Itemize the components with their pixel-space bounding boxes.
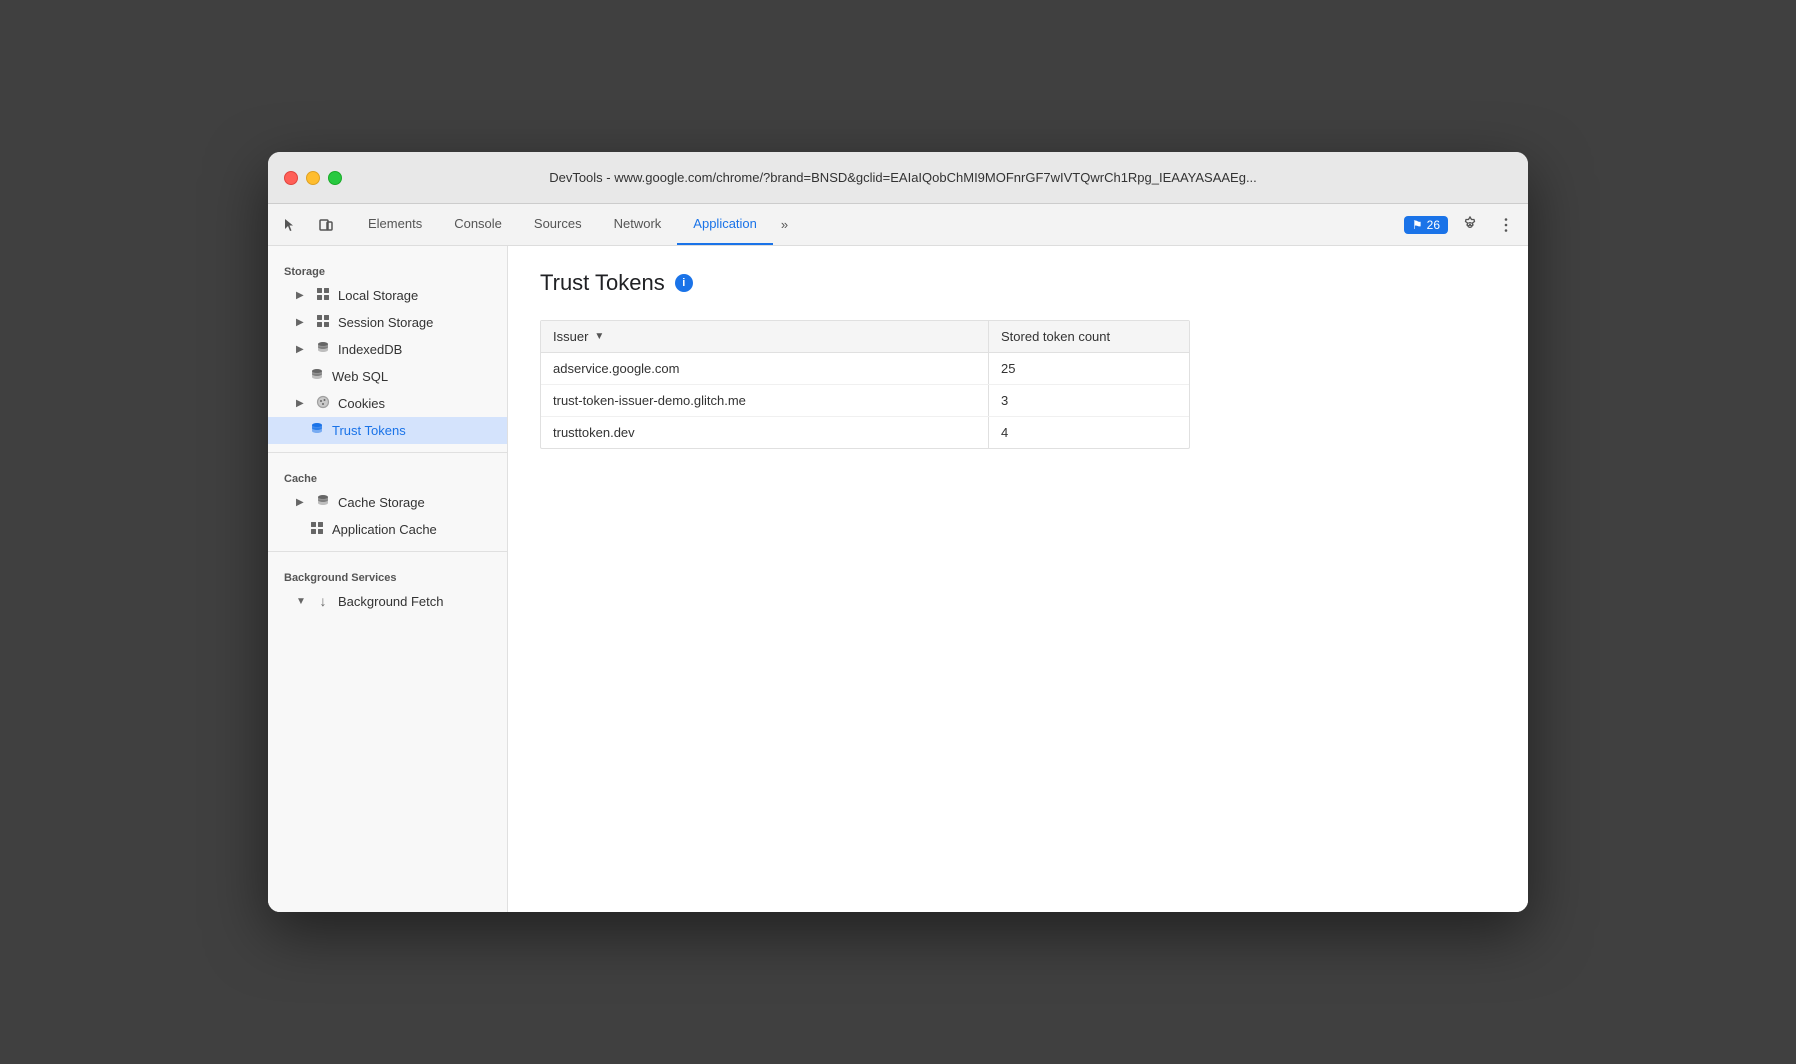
table-row[interactable]: adservice.google.com 25 bbox=[541, 353, 1189, 385]
table-row[interactable]: trusttoken.dev 4 bbox=[541, 417, 1189, 448]
info-icon-button[interactable]: i bbox=[675, 274, 693, 292]
background-fetch-label: Background Fetch bbox=[338, 594, 444, 609]
tab-sources[interactable]: Sources bbox=[518, 204, 598, 245]
issues-icon: ⚑ bbox=[1412, 218, 1423, 232]
cell-issuer: trust-token-issuer-demo.glitch.me bbox=[541, 385, 989, 416]
table-row[interactable]: trust-token-issuer-demo.glitch.me 3 bbox=[541, 385, 1189, 417]
chevron-right-icon: ▶ bbox=[296, 317, 308, 328]
main-panel: Trust Tokens i Issuer ▼ Stored token cou… bbox=[508, 246, 1528, 912]
main-content: Storage ▶ Local Storage bbox=[268, 246, 1528, 912]
cell-count: 3 bbox=[989, 385, 1189, 416]
column-header-count[interactable]: Stored token count bbox=[989, 321, 1189, 352]
chevron-right-icon: ▶ bbox=[296, 398, 308, 409]
cursor-tool-button[interactable] bbox=[276, 211, 304, 239]
grid-icon bbox=[314, 314, 332, 331]
sidebar-item-session-storage[interactable]: ▶ Session Storage bbox=[268, 309, 507, 336]
database-icon bbox=[314, 494, 332, 511]
window-title: DevTools - www.google.com/chrome/?brand=… bbox=[294, 170, 1512, 185]
tab-list: Elements Console Sources Network Applica… bbox=[352, 204, 1404, 245]
toolbar-right: ⚑ 26 bbox=[1404, 211, 1520, 239]
panel-title-text: Trust Tokens bbox=[540, 270, 665, 296]
sidebar-item-application-cache[interactable]: Application Cache bbox=[268, 516, 507, 543]
toolbar-left bbox=[276, 211, 340, 239]
issues-count: 26 bbox=[1427, 218, 1440, 232]
trust-tokens-table: Issuer ▼ Stored token count adservice.go… bbox=[540, 320, 1190, 449]
tab-elements[interactable]: Elements bbox=[352, 204, 438, 245]
more-options-button[interactable] bbox=[1492, 211, 1520, 239]
sidebar-item-web-sql[interactable]: Web SQL bbox=[268, 363, 507, 390]
chevron-down-icon: ▼ bbox=[296, 596, 308, 607]
tab-network[interactable]: Network bbox=[598, 204, 678, 245]
chevron-right-icon: ▶ bbox=[296, 290, 308, 301]
cookie-icon bbox=[314, 395, 332, 412]
sidebar-item-cookies[interactable]: ▶ Cookies bbox=[268, 390, 507, 417]
cell-issuer: trusttoken.dev bbox=[541, 417, 989, 448]
sort-arrow-icon: ▼ bbox=[594, 331, 604, 342]
table-header: Issuer ▼ Stored token count bbox=[541, 321, 1189, 353]
chevron-right-icon: ▶ bbox=[296, 497, 308, 508]
database-icon bbox=[308, 368, 326, 385]
tab-bar: Elements Console Sources Network Applica… bbox=[268, 204, 1528, 246]
arrow-icon: ↓ bbox=[314, 593, 332, 609]
cell-count: 25 bbox=[989, 353, 1189, 384]
database-icon bbox=[308, 422, 326, 439]
sidebar-item-indexeddb[interactable]: ▶ IndexedDB bbox=[268, 336, 507, 363]
grid-icon bbox=[308, 521, 326, 538]
database-icon bbox=[314, 341, 332, 358]
cache-storage-label: Cache Storage bbox=[338, 495, 425, 510]
settings-button[interactable] bbox=[1456, 211, 1484, 239]
divider bbox=[268, 452, 507, 453]
sidebar-item-cache-storage[interactable]: ▶ Cache Storage bbox=[268, 489, 507, 516]
cell-count: 4 bbox=[989, 417, 1189, 448]
cache-section-label: Cache bbox=[268, 461, 507, 489]
background-section-label: Background Services bbox=[268, 560, 507, 588]
sidebar: Storage ▶ Local Storage bbox=[268, 246, 508, 912]
cell-issuer: adservice.google.com bbox=[541, 353, 989, 384]
application-cache-label: Application Cache bbox=[332, 522, 437, 537]
tab-application[interactable]: Application bbox=[677, 204, 773, 245]
devtools-panel: Elements Console Sources Network Applica… bbox=[268, 204, 1528, 912]
cookies-label: Cookies bbox=[338, 396, 385, 411]
sidebar-item-background-fetch[interactable]: ▼ ↓ Background Fetch bbox=[268, 588, 507, 614]
devtools-window: DevTools - www.google.com/chrome/?brand=… bbox=[268, 152, 1528, 912]
session-storage-label: Session Storage bbox=[338, 315, 433, 330]
divider bbox=[268, 551, 507, 552]
tab-console[interactable]: Console bbox=[438, 204, 518, 245]
panel-title-row: Trust Tokens i bbox=[540, 270, 1496, 296]
local-storage-label: Local Storage bbox=[338, 288, 418, 303]
grid-icon bbox=[314, 287, 332, 304]
issues-badge[interactable]: ⚑ 26 bbox=[1404, 216, 1448, 234]
web-sql-label: Web SQL bbox=[332, 369, 388, 384]
sidebar-item-local-storage[interactable]: ▶ Local Storage bbox=[268, 282, 507, 309]
column-header-issuer[interactable]: Issuer ▼ bbox=[541, 321, 989, 352]
device-toggle-button[interactable] bbox=[312, 211, 340, 239]
title-bar: DevTools - www.google.com/chrome/?brand=… bbox=[268, 152, 1528, 204]
sidebar-item-trust-tokens[interactable]: Trust Tokens bbox=[268, 417, 507, 444]
indexeddb-label: IndexedDB bbox=[338, 342, 402, 357]
trust-tokens-label: Trust Tokens bbox=[332, 423, 406, 438]
storage-section-label: Storage bbox=[268, 254, 507, 282]
chevron-right-icon: ▶ bbox=[296, 344, 308, 355]
tab-more-button[interactable]: » bbox=[773, 204, 796, 245]
